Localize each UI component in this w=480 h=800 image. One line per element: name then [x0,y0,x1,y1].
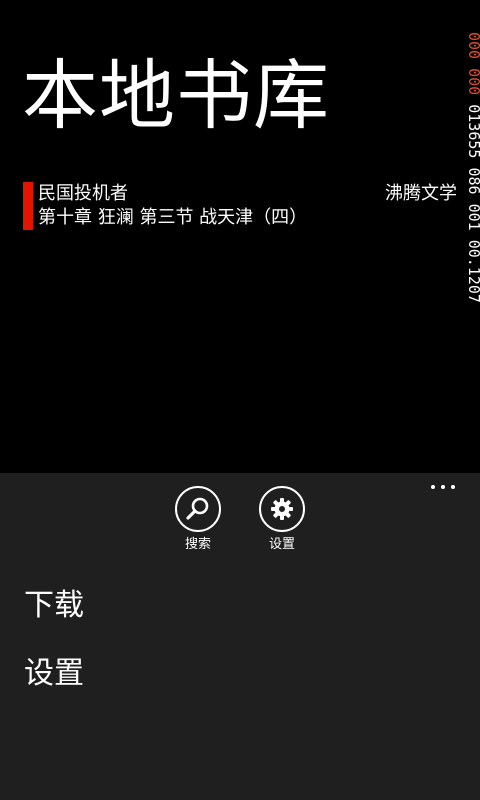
book-source: 沸腾文学 [385,183,457,204]
search-icon [175,486,221,532]
frame-rate-counter: 000 000 013655 086 001 00.1207 [463,32,480,412]
settings-button-label: 设置 [268,537,295,552]
book-title: 民国投机者 [38,183,128,204]
menu-item-settings[interactable]: 设置 [24,655,84,693]
gear-icon [259,486,305,532]
search-button[interactable]: 搜索 [168,486,228,553]
search-button-label: 搜索 [184,537,211,552]
book-list-item[interactable]: 民国投机者 第十章 狂澜 第三节 战天津（四） 沸腾文学 [23,182,459,232]
frame-rate-counter-values: 013655 086 001 00.1207 [465,104,480,303]
page-title: 本地书库 [22,51,330,140]
book-chapter: 第十章 狂澜 第三节 战天津（四） [38,207,308,228]
more-options-icon[interactable] [428,479,458,495]
frame-rate-counter-highlight: 000 000 [465,32,480,96]
settings-button[interactable]: 设置 [252,486,312,553]
book-accent-bar [23,182,33,230]
menu-item-download[interactable]: 下载 [24,587,84,625]
app-bar: 搜索 设置 下载 设置 [0,473,480,800]
